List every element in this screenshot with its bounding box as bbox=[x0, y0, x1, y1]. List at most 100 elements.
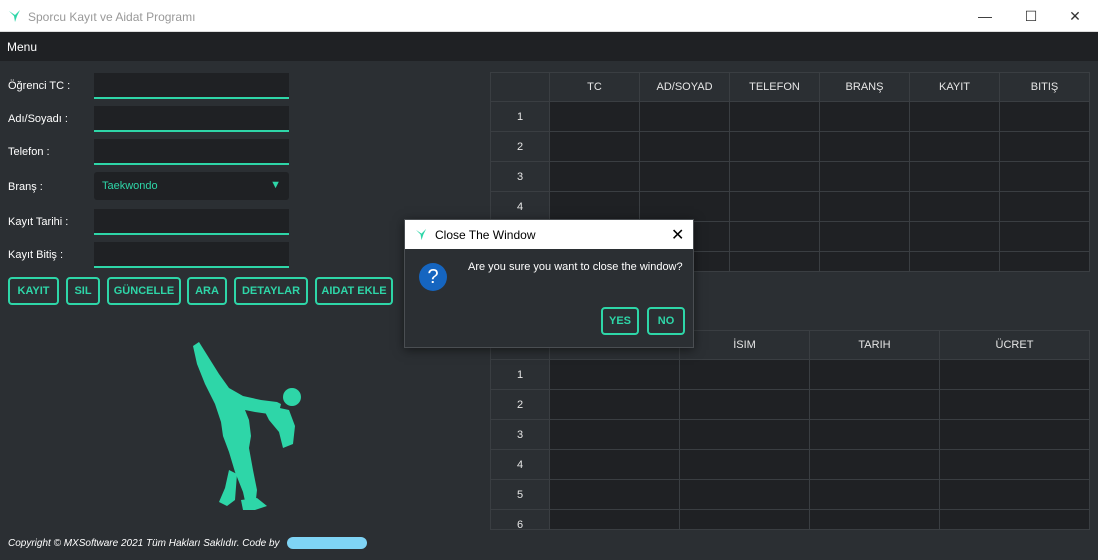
table-cell[interactable] bbox=[730, 162, 820, 192]
table-cell[interactable] bbox=[940, 420, 1089, 450]
table-cell[interactable] bbox=[550, 480, 680, 510]
table-cell[interactable] bbox=[910, 132, 1000, 162]
table-cell[interactable] bbox=[810, 390, 940, 420]
row-number[interactable]: 3 bbox=[491, 420, 550, 450]
row-number[interactable]: 1 bbox=[491, 360, 550, 390]
brans-select[interactable]: Taekwondo ▼ bbox=[94, 172, 289, 200]
table-cell[interactable] bbox=[940, 390, 1089, 420]
close-window-button[interactable]: ✕ bbox=[1052, 0, 1098, 32]
table-cell[interactable] bbox=[910, 192, 1000, 222]
table-cell[interactable] bbox=[680, 390, 810, 420]
table-cell[interactable] bbox=[730, 192, 820, 222]
kayit-button[interactable]: KAYIT bbox=[8, 277, 59, 305]
menu-item[interactable]: Menu bbox=[7, 40, 37, 54]
row-number[interactable]: 6 bbox=[491, 510, 550, 529]
table-cell[interactable] bbox=[680, 360, 810, 390]
column-header[interactable]: ÜCRET bbox=[940, 331, 1089, 360]
table-cell[interactable] bbox=[1000, 192, 1089, 222]
row-number[interactable]: 1 bbox=[491, 102, 550, 132]
table-cell[interactable] bbox=[680, 480, 810, 510]
kayit-bitis-input[interactable] bbox=[94, 242, 289, 268]
table-cell[interactable] bbox=[810, 450, 940, 480]
table-cell[interactable] bbox=[820, 132, 910, 162]
ad-soyad-input[interactable] bbox=[94, 106, 289, 132]
table-cell[interactable] bbox=[730, 222, 820, 252]
table-cell[interactable] bbox=[940, 360, 1089, 390]
column-header[interactable]: TC bbox=[550, 73, 640, 102]
table-cell[interactable] bbox=[810, 360, 940, 390]
sil-button[interactable]: SIL bbox=[66, 277, 100, 305]
table-cell[interactable] bbox=[1000, 102, 1089, 132]
table-cell[interactable] bbox=[1000, 162, 1089, 192]
table-cell[interactable] bbox=[910, 162, 1000, 192]
dialog-close-button[interactable]: ✕ bbox=[671, 225, 684, 245]
table-cell[interactable] bbox=[550, 420, 680, 450]
table-cell[interactable] bbox=[1000, 132, 1089, 162]
table-cell[interactable] bbox=[820, 192, 910, 222]
column-header[interactable]: BITIŞ bbox=[1000, 73, 1089, 102]
table-cell[interactable] bbox=[550, 102, 640, 132]
bird-logo-icon bbox=[415, 228, 427, 241]
row-number[interactable]: 2 bbox=[491, 132, 550, 162]
table-cell[interactable] bbox=[550, 450, 680, 480]
table-cell[interactable] bbox=[730, 102, 820, 132]
table-cell[interactable] bbox=[550, 192, 640, 222]
table-cell[interactable] bbox=[940, 480, 1089, 510]
ogrenci-tc-input[interactable] bbox=[94, 73, 289, 99]
column-header[interactable]: İSIM bbox=[680, 331, 810, 360]
table-cell[interactable] bbox=[640, 102, 730, 132]
telefon-input[interactable] bbox=[94, 139, 289, 165]
table-cell[interactable] bbox=[680, 420, 810, 450]
row-number[interactable]: 3 bbox=[491, 162, 550, 192]
table-cell[interactable] bbox=[730, 132, 820, 162]
close-window-dialog: Close The Window ✕ ? Are you sure you wa… bbox=[404, 219, 694, 348]
table-cell[interactable] bbox=[640, 192, 730, 222]
table-cell[interactable] bbox=[820, 222, 910, 252]
kayit-tarihi-input[interactable] bbox=[94, 209, 289, 235]
column-header[interactable]: KAYIT bbox=[910, 73, 1000, 102]
column-header[interactable]: BRANŞ bbox=[820, 73, 910, 102]
aidat-ekle-button[interactable]: AIDAT EKLE bbox=[315, 277, 393, 305]
column-header[interactable]: TELEFON bbox=[730, 73, 820, 102]
table-cell[interactable] bbox=[810, 420, 940, 450]
table-cell[interactable] bbox=[550, 510, 680, 529]
no-button[interactable]: NO bbox=[647, 307, 685, 335]
table-cell[interactable] bbox=[730, 252, 820, 271]
column-header[interactable]: AD/SOYAD bbox=[640, 73, 730, 102]
row-number[interactable]: 2 bbox=[491, 390, 550, 420]
detaylar-button[interactable]: DETAYLAR bbox=[234, 277, 308, 305]
table-cell[interactable] bbox=[550, 162, 640, 192]
dialog-title: Close The Window bbox=[435, 228, 536, 242]
table-cell[interactable] bbox=[810, 480, 940, 510]
table-cell[interactable] bbox=[910, 252, 1000, 271]
row-number[interactable]: 4 bbox=[491, 192, 550, 222]
table-cell[interactable] bbox=[810, 510, 940, 529]
table-cell[interactable] bbox=[550, 132, 640, 162]
table-cell[interactable] bbox=[1000, 222, 1089, 252]
row-number[interactable]: 5 bbox=[491, 480, 550, 510]
table-cell[interactable] bbox=[1000, 252, 1089, 271]
row-number[interactable]: 4 bbox=[491, 450, 550, 480]
ara-button[interactable]: ARA bbox=[187, 277, 227, 305]
minimize-button[interactable]: — bbox=[962, 0, 1008, 32]
menu-bar: Menu bbox=[0, 32, 1098, 61]
maximize-button[interactable]: ☐ bbox=[1008, 0, 1054, 32]
bird-logo-icon bbox=[9, 10, 20, 22]
column-header[interactable]: TARIH bbox=[810, 331, 940, 360]
table-cell[interactable] bbox=[820, 102, 910, 132]
table-cell[interactable] bbox=[640, 162, 730, 192]
guncelle-button[interactable]: GÜNCELLE bbox=[107, 277, 181, 305]
table-cell[interactable] bbox=[550, 390, 680, 420]
table-cell[interactable] bbox=[550, 360, 680, 390]
table-cell[interactable] bbox=[940, 510, 1089, 529]
redacted-name-mark bbox=[287, 537, 367, 549]
table-cell[interactable] bbox=[910, 102, 1000, 132]
table-cell[interactable] bbox=[680, 450, 810, 480]
table-cell[interactable] bbox=[940, 450, 1089, 480]
yes-button[interactable]: YES bbox=[601, 307, 639, 335]
table-cell[interactable] bbox=[820, 162, 910, 192]
table-cell[interactable] bbox=[640, 132, 730, 162]
table-cell[interactable] bbox=[910, 222, 1000, 252]
table-cell[interactable] bbox=[680, 510, 810, 529]
table-cell[interactable] bbox=[820, 252, 910, 271]
